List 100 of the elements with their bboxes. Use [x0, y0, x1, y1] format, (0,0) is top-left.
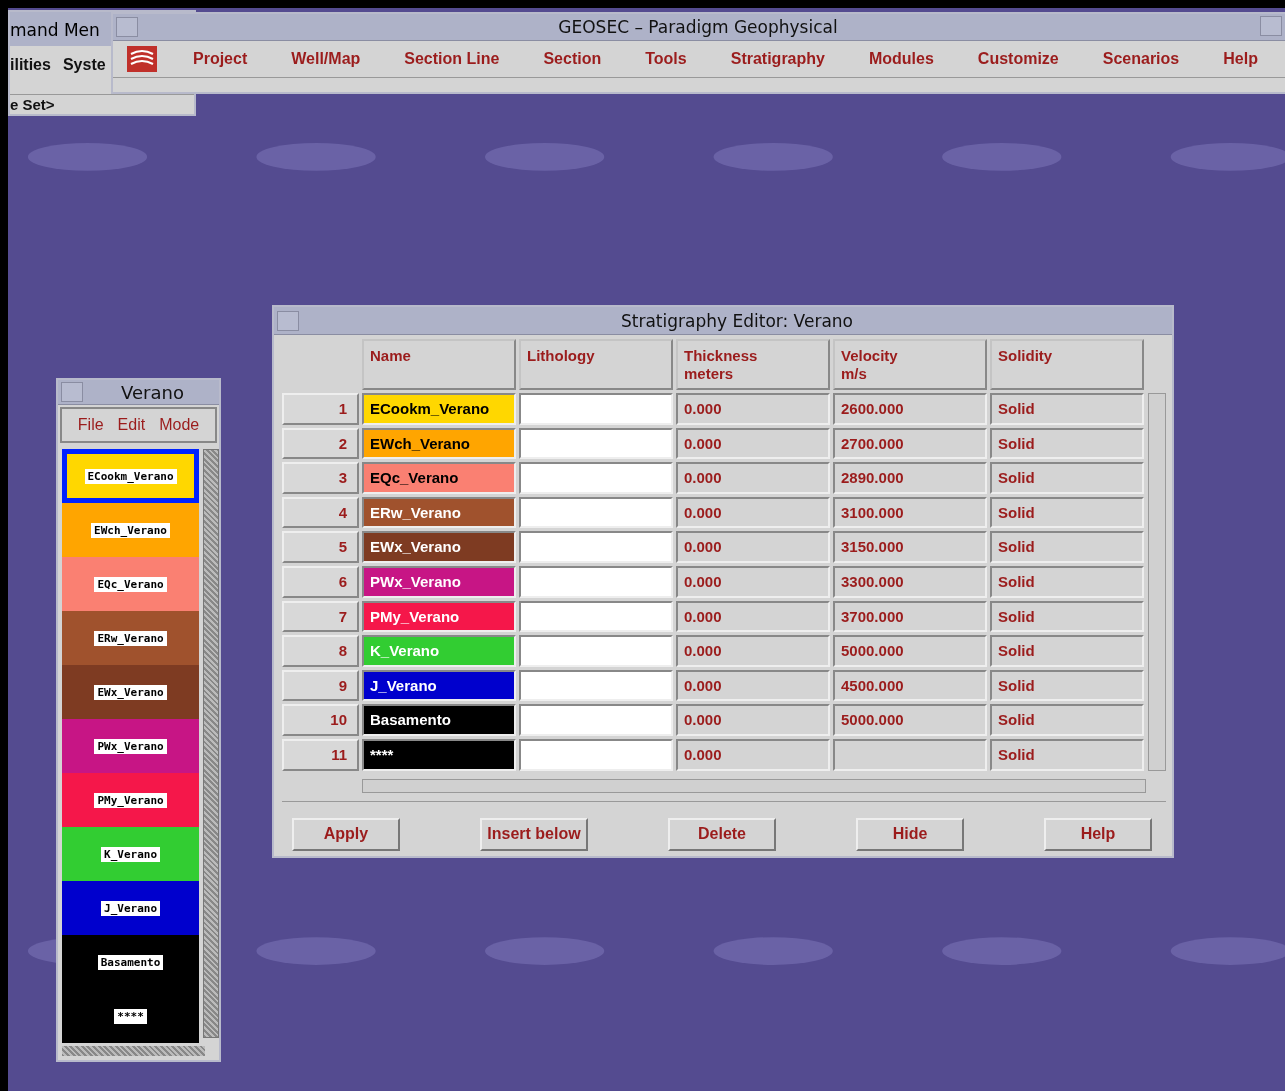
- row-header[interactable]: 6: [282, 565, 359, 598]
- menu-item[interactable]: Edit: [117, 416, 146, 434]
- menu-item[interactable]: File: [77, 416, 104, 434]
- table-cell[interactable]: 0.000: [676, 427, 830, 460]
- menu-item[interactable]: Tools: [623, 50, 709, 68]
- input-field[interactable]: [519, 427, 673, 460]
- table-cell[interactable]: EWx_Verano: [362, 531, 516, 563]
- row-header[interactable]: 4: [282, 496, 359, 529]
- menu-item[interactable]: Project: [171, 50, 270, 68]
- table-cell[interactable]: 0.000: [676, 600, 830, 633]
- table-cell[interactable]: EQc_Verano: [362, 462, 516, 494]
- input-field[interactable]: [519, 738, 673, 771]
- table-cell[interactable]: 2890.000: [833, 462, 987, 494]
- scrollbar[interactable]: [203, 449, 219, 1038]
- input-field[interactable]: [519, 704, 673, 736]
- table-cell[interactable]: ERw_Verano: [362, 496, 516, 529]
- table-cell[interactable]: Solid: [990, 600, 1144, 633]
- scrollbar[interactable]: [1148, 393, 1166, 771]
- table-cell[interactable]: [833, 738, 987, 771]
- menu-item[interactable]: Section Line: [382, 50, 522, 68]
- table-cell[interactable]: 5000.000: [833, 704, 987, 736]
- table-cell[interactable]: Solid: [990, 462, 1144, 494]
- layer-swatch[interactable]: ERw_Verano: [62, 611, 200, 665]
- input-field[interactable]: [519, 565, 673, 598]
- row-header[interactable]: 7: [282, 600, 359, 633]
- menu-item[interactable]: Help: [1201, 50, 1280, 68]
- menu-item[interactable]: Mode: [159, 416, 200, 434]
- layer-swatch[interactable]: PMy_Verano: [62, 773, 200, 827]
- button[interactable]: Delete: [668, 817, 776, 851]
- button[interactable]: Help: [1044, 817, 1152, 851]
- table-cell[interactable]: 0.000: [676, 565, 830, 598]
- layer-swatch[interactable]: ECookm_Verano: [62, 449, 200, 503]
- menu-item[interactable]: Modules: [846, 50, 956, 68]
- row-header[interactable]: 8: [282, 635, 359, 667]
- table-cell[interactable]: Solid: [990, 531, 1144, 563]
- row-header[interactable]: 2: [282, 427, 359, 460]
- table-cell[interactable]: Solid: [990, 704, 1144, 736]
- table-cell[interactable]: 0.000: [676, 496, 830, 529]
- layer-swatch[interactable]: Basamento: [62, 935, 200, 989]
- table-cell[interactable]: PMy_Verano: [362, 600, 516, 633]
- table-cell[interactable]: 0.000: [676, 704, 830, 736]
- table-cell[interactable]: 3300.000: [833, 565, 987, 598]
- table-cell[interactable]: Solid: [990, 738, 1144, 771]
- table-cell[interactable]: 0.000: [676, 669, 830, 702]
- table-cell[interactable]: Solid: [990, 565, 1144, 598]
- table-cell[interactable]: 2600.000: [833, 393, 987, 425]
- table-cell[interactable]: 0.000: [676, 393, 830, 425]
- button[interactable]: Insert below: [480, 817, 588, 851]
- table-cell[interactable]: 0.000: [676, 738, 830, 771]
- input-field[interactable]: [519, 462, 673, 494]
- table-cell[interactable]: 3100.000: [833, 496, 987, 529]
- menu-item[interactable]: Syste: [62, 56, 106, 94]
- table-cell[interactable]: 0.000: [676, 531, 830, 563]
- table-cell[interactable]: 2700.000: [833, 427, 987, 460]
- input-field[interactable]: [519, 496, 673, 529]
- table-cell[interactable]: 3700.000: [833, 600, 987, 633]
- table-cell[interactable]: Solid: [990, 496, 1144, 529]
- table-cell[interactable]: 4500.000: [833, 669, 987, 702]
- table-cell[interactable]: Solid: [990, 635, 1144, 667]
- input-field[interactable]: [519, 600, 673, 633]
- table-cell[interactable]: Solid: [990, 669, 1144, 702]
- table-cell[interactable]: Solid: [990, 393, 1144, 425]
- row-header[interactable]: 5: [282, 531, 359, 563]
- menu-item[interactable]: Well/Map: [269, 50, 383, 68]
- menu-item[interactable]: Scenarios: [1080, 50, 1202, 68]
- table-cell[interactable]: 0.000: [676, 635, 830, 667]
- table-cell[interactable]: 0.000: [676, 462, 830, 494]
- row-header[interactable]: 1: [282, 393, 359, 425]
- table-cell[interactable]: 5000.000: [833, 635, 987, 667]
- row-header[interactable]: 3: [282, 462, 359, 494]
- layer-swatch[interactable]: K_Verano: [62, 827, 200, 881]
- table-cell[interactable]: J_Verano: [362, 669, 516, 702]
- table-cell[interactable]: Solid: [990, 427, 1144, 460]
- scrollbar[interactable]: [62, 1046, 205, 1056]
- table-cell[interactable]: ECookm_Verano: [362, 393, 516, 425]
- row-header[interactable]: 10: [282, 704, 359, 736]
- layer-swatch[interactable]: EWch_Verano: [62, 503, 200, 557]
- table-cell[interactable]: 3150.000: [833, 531, 987, 563]
- input-field[interactable]: [519, 393, 673, 425]
- menu-item[interactable]: Customize: [955, 50, 1081, 68]
- table-cell[interactable]: Basamento: [362, 704, 516, 736]
- layer-swatch[interactable]: J_Verano: [62, 881, 200, 935]
- layer-swatch[interactable]: EWx_Verano: [62, 665, 200, 719]
- table-cell[interactable]: ****: [362, 738, 516, 771]
- row-header[interactable]: 9: [282, 669, 359, 702]
- scrollbar[interactable]: [362, 778, 1146, 793]
- table-cell[interactable]: EWch_Verano: [362, 427, 516, 460]
- menu-item[interactable]: Section: [521, 50, 624, 68]
- row-header[interactable]: 11: [282, 738, 359, 771]
- input-field[interactable]: [519, 635, 673, 667]
- button[interactable]: Hide: [856, 817, 964, 851]
- input-field[interactable]: [519, 531, 673, 563]
- layer-swatch[interactable]: PWx_Verano: [62, 719, 200, 773]
- table-cell[interactable]: PWx_Verano: [362, 565, 516, 598]
- button[interactable]: Apply: [292, 817, 400, 851]
- layer-swatch[interactable]: ****: [62, 989, 200, 1043]
- input-field[interactable]: [519, 669, 673, 702]
- menu-item[interactable]: ilities: [10, 56, 51, 94]
- menu-item[interactable]: Stratigraphy: [708, 50, 847, 68]
- layer-swatch[interactable]: EQc_Verano: [62, 557, 200, 611]
